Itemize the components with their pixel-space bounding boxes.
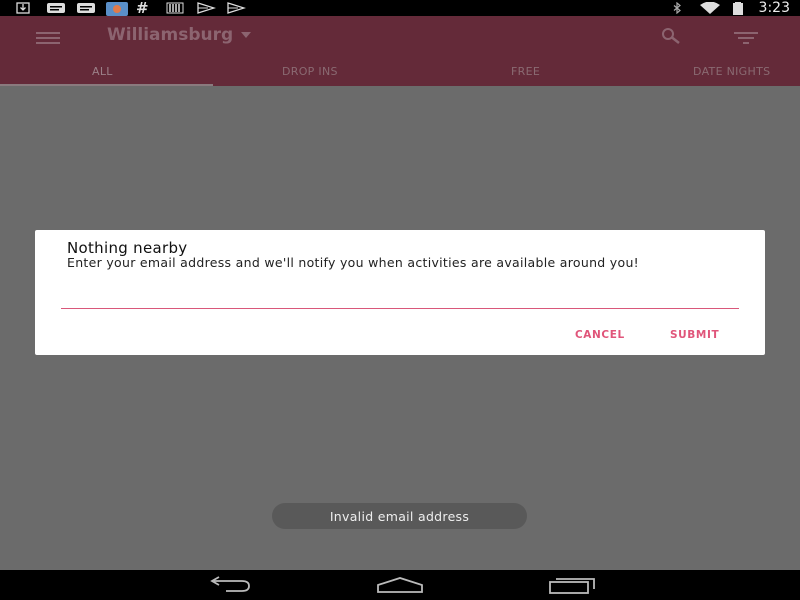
bluetooth-icon bbox=[671, 2, 689, 14]
back-icon[interactable] bbox=[206, 576, 252, 594]
dropdown-caret-icon bbox=[241, 32, 252, 38]
email-notify-dialog: Nothing nearby Enter your email address … bbox=[35, 230, 765, 355]
hashtag-icon: # bbox=[136, 0, 149, 17]
email-input[interactable] bbox=[61, 292, 739, 309]
hamburger-menu-icon[interactable] bbox=[36, 30, 60, 44]
wifi-icon bbox=[699, 2, 721, 14]
message-icon bbox=[46, 2, 65, 14]
error-toast: Invalid email address bbox=[272, 503, 527, 529]
recents-icon[interactable] bbox=[548, 576, 596, 594]
location-selector[interactable]: Williamsburg bbox=[107, 25, 252, 45]
status-bar: # 3:23 bbox=[0, 0, 800, 16]
notification-icons: # bbox=[0, 0, 246, 17]
dialog-message: Enter your email address and we'll notif… bbox=[67, 255, 639, 270]
home-icon[interactable] bbox=[376, 576, 424, 594]
tab-all[interactable]: ALL bbox=[92, 65, 113, 78]
status-clock: 3:23 bbox=[758, 0, 790, 16]
submit-button[interactable]: SUBMIT bbox=[670, 329, 719, 341]
app-bar: Williamsburg ALL DROP INS FREE DATE NIGH… bbox=[0, 16, 800, 86]
tab-free[interactable]: FREE bbox=[511, 65, 540, 78]
tab-drop-ins[interactable]: DROP INS bbox=[282, 65, 338, 78]
app-icon bbox=[106, 2, 128, 16]
download-icon bbox=[16, 2, 34, 14]
search-icon[interactable] bbox=[660, 27, 682, 45]
system-icons: 3:23 bbox=[671, 0, 800, 16]
tab-date-nights[interactable]: DATE NIGHTS bbox=[693, 65, 770, 78]
battery-icon bbox=[731, 2, 745, 15]
cancel-button[interactable]: CANCEL bbox=[575, 329, 625, 341]
message-icon bbox=[76, 2, 95, 14]
category-tabs: ALL DROP INS FREE DATE NIGHTS bbox=[0, 62, 800, 86]
location-label: Williamsburg bbox=[107, 25, 234, 45]
play-store-icon bbox=[226, 2, 246, 14]
navigation-bar bbox=[0, 570, 800, 600]
barcode-icon bbox=[166, 2, 184, 14]
play-store-icon bbox=[196, 2, 216, 14]
filter-icon[interactable] bbox=[734, 30, 758, 44]
